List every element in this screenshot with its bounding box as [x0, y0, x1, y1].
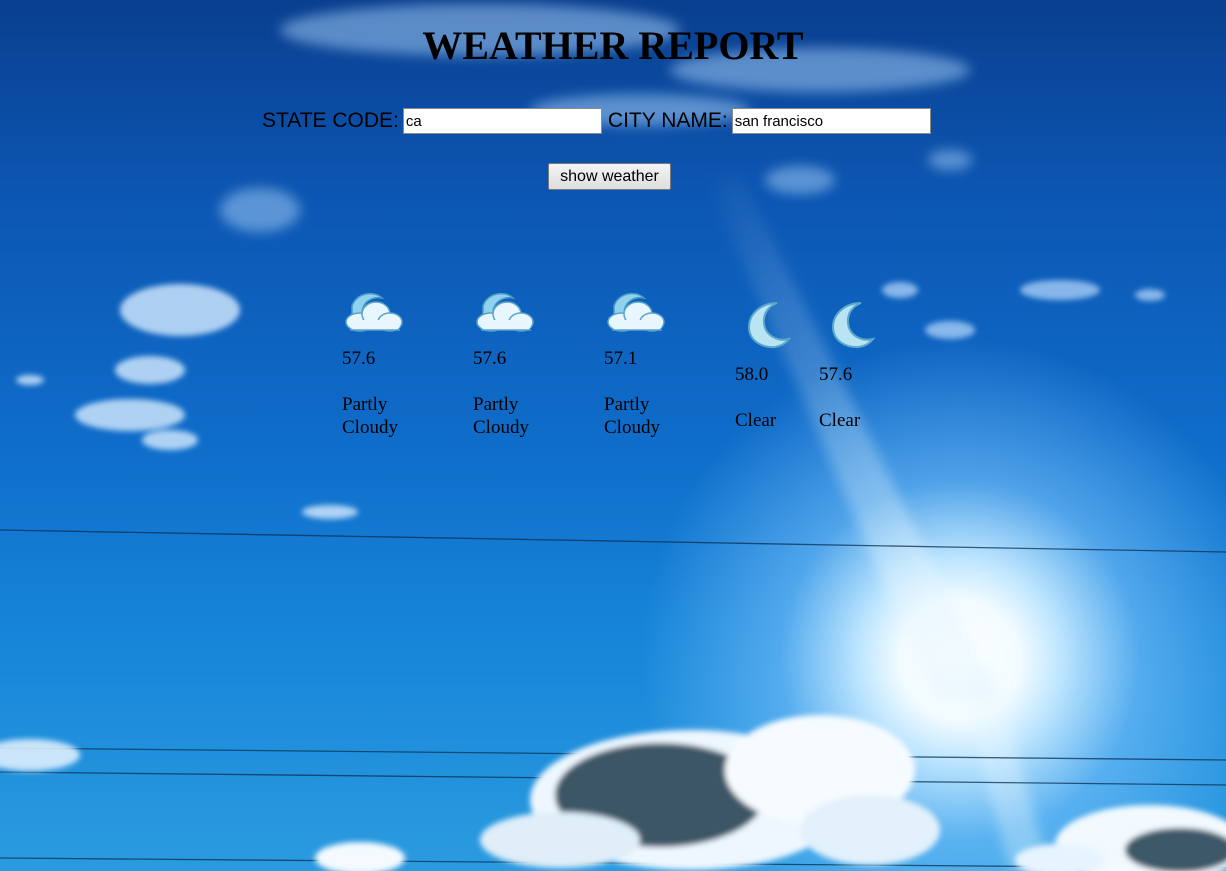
show-weather-button[interactable]: show weather — [548, 163, 671, 190]
city-name-input[interactable] — [731, 108, 931, 134]
city-name-label: CITY NAME: — [607, 109, 728, 132]
partly-cloudy-night-icon — [476, 292, 534, 332]
forecast-temperature: 57.1 — [604, 348, 638, 369]
forecast-condition: Clear — [819, 410, 861, 431]
forecast-item: 57.6 Partly Cloudy — [342, 290, 473, 439]
forecast-item: 57.6 Clear — [819, 290, 903, 432]
forecast-temperature: 58.0 — [735, 364, 769, 385]
crescent-moon-icon — [831, 302, 875, 349]
location-form: STATE CODE: CITY NAME: — [262, 106, 937, 136]
forecast-item: 57.1 Partly Cloudy — [604, 290, 735, 439]
forecast-condition: Partly Cloudy — [473, 394, 529, 438]
partly-cloudy-night-icon — [345, 292, 403, 332]
forecast-temperature: 57.6 — [342, 348, 376, 369]
forecast-condition: Partly Cloudy — [342, 394, 398, 438]
partly-cloudy-night-icon — [607, 292, 665, 332]
state-code-input[interactable] — [402, 108, 602, 134]
forecast-list: 57.6 Partly Cloudy 57.6 Partly Cloudy 57… — [342, 290, 903, 439]
forecast-condition: Clear — [735, 410, 777, 431]
forecast-temperature: 57.6 — [819, 364, 853, 385]
forecast-item: 58.0 Clear — [735, 290, 819, 432]
crescent-moon-icon — [747, 302, 791, 349]
forecast-condition: Partly Cloudy — [604, 394, 660, 438]
state-code-label: STATE CODE: — [262, 109, 399, 132]
page-title: WEATHER REPORT — [422, 23, 804, 68]
forecast-item: 57.6 Partly Cloudy — [473, 290, 604, 439]
forecast-temperature: 57.6 — [473, 348, 507, 369]
